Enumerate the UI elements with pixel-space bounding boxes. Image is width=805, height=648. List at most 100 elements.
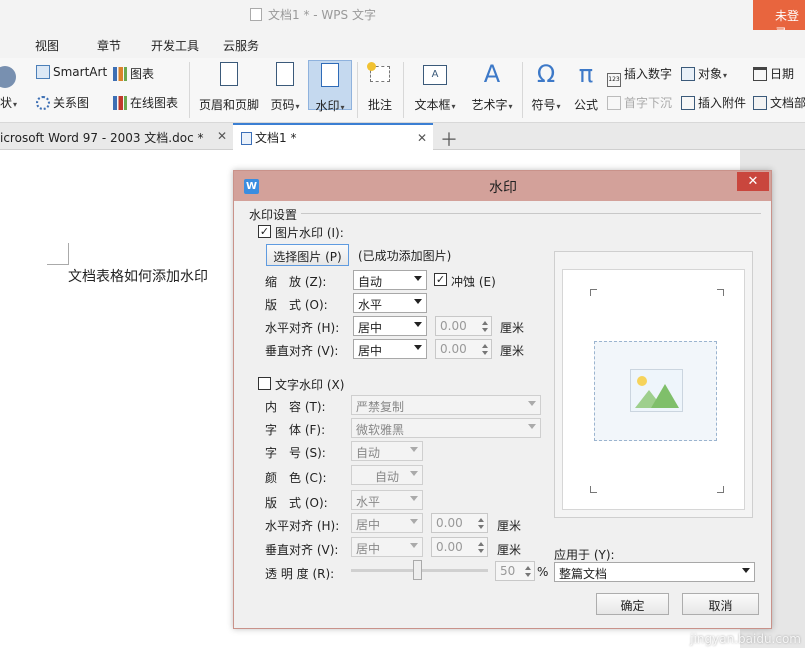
dropcap-button[interactable]: 首字下沉 [607, 94, 672, 111]
separator [357, 62, 358, 118]
size-select[interactable]: 自动 [351, 441, 423, 461]
chevron-down-icon [410, 519, 418, 524]
textbox-icon: A [422, 62, 448, 90]
text-h-align-label: 水平对齐 (H): [265, 519, 340, 533]
document-text[interactable]: 文档表格如何添加水印 [68, 266, 208, 286]
header-footer-button[interactable]: 页眉和页脚 [198, 62, 260, 113]
transparency-slider-handle[interactable] [413, 560, 422, 580]
menu-view[interactable]: 视图 [35, 37, 59, 54]
object-icon [681, 67, 695, 81]
shape-button[interactable] [0, 66, 19, 88]
dialog-title: 水印 [489, 180, 517, 196]
content-label: 内 容 (T): [265, 400, 326, 414]
margin-corner [590, 289, 597, 296]
ribbon: 形状▾ SmartArt 图表 关系图 在线图表 页眉和页脚 页码▾ 水印▾ 批… [0, 58, 805, 123]
chart-button[interactable]: 图表 [113, 65, 154, 82]
text-v-align-label: 垂直对齐 (V): [265, 543, 339, 557]
shape-label[interactable]: 形状▾ [0, 94, 17, 111]
transparency-label: 透 明 度 (R): [265, 567, 335, 581]
apply-to-select[interactable]: 整篇文档 [554, 562, 755, 582]
annotate-button[interactable]: 批注 [364, 62, 396, 113]
content-select[interactable]: 严禁复制 [351, 395, 541, 415]
relation-button[interactable]: 关系图 [36, 94, 89, 111]
layout-select[interactable]: 水平 [353, 293, 427, 313]
text-layout-label: 版 式 (O): [265, 496, 328, 510]
watermark-icon [317, 63, 343, 91]
ok-button[interactable]: 确定 [596, 593, 669, 615]
picture-watermark-checkbox[interactable]: ✓ [258, 225, 271, 238]
add-tab-button[interactable]: ＋ [440, 126, 458, 152]
chevron-down-icon [414, 345, 422, 350]
number-icon: 123 [607, 73, 621, 87]
smartart-icon [36, 65, 50, 79]
smartart-button[interactable]: SmartArt [36, 65, 107, 79]
separator [403, 62, 404, 118]
insert-number-button[interactable]: 123 插入数字 [607, 65, 672, 87]
settings-group-label: 水印设置 [249, 208, 298, 222]
layout-label: 版 式 (O): [265, 298, 328, 312]
h-align-label: 水平对齐 (H): [265, 321, 340, 335]
size-label: 字 号 (S): [265, 446, 326, 460]
h-offset-stepper[interactable]: 0.00 [435, 316, 492, 336]
font-select[interactable]: 微软雅黑 [351, 418, 541, 438]
text-v-offset-stepper[interactable]: 0.00 [431, 537, 488, 557]
close-icon[interactable]: ✕ [217, 129, 227, 143]
formula-button[interactable]: π 公式 [570, 62, 602, 113]
page-number-button[interactable]: 页码▾ [266, 62, 304, 113]
picture-watermark-label: 图片水印 (I): [275, 226, 344, 240]
symbol-button[interactable]: Ω 符号▾ [528, 62, 564, 113]
tab-word-doc[interactable]: icrosoft Word 97 - 2003 文档.doc * ✕ [0, 123, 233, 150]
h-align-select[interactable]: 居中 [353, 316, 427, 336]
choose-picture-button[interactable]: 选择图片 (P) [266, 244, 349, 266]
chevron-down-icon [528, 401, 536, 406]
text-v-align-select[interactable]: 居中 [351, 537, 423, 557]
tab-label: 文档1 * [255, 131, 297, 145]
close-button[interactable]: ✕ [737, 172, 769, 191]
separator [522, 62, 523, 118]
dropcap-icon [607, 96, 621, 110]
close-icon[interactable]: ✕ [417, 131, 427, 145]
text-watermark-checkbox[interactable] [258, 377, 271, 390]
text-h-offset-stepper[interactable]: 0.00 [431, 513, 488, 533]
v-offset-stepper[interactable]: 0.00 [435, 339, 492, 359]
menu-developer[interactable]: 开发工具 [151, 37, 199, 54]
v-align-select[interactable]: 居中 [353, 339, 427, 359]
group-divider [301, 213, 761, 214]
watermark-button[interactable]: 水印▾ [308, 60, 352, 113]
chevron-down-icon [414, 276, 422, 281]
apply-to-label: 应用于 (Y): [554, 548, 615, 562]
transparency-stepper[interactable]: 50 [495, 561, 535, 581]
insert-attachment-button[interactable]: 插入附件 [681, 94, 746, 111]
unit-label: 厘米 [500, 344, 525, 358]
tab-document1[interactable]: 文档1 * ✕ [233, 123, 433, 150]
wordart-button[interactable]: A 艺术字▾ [466, 62, 518, 113]
textbox-button[interactable]: A 文本框▾ [410, 62, 460, 113]
cancel-button[interactable]: 取消 [682, 593, 759, 615]
object-button[interactable]: 对象▾ [681, 65, 727, 82]
v-align-label: 垂直对齐 (V): [265, 344, 339, 358]
tab-label: icrosoft Word 97 - 2003 文档.doc * [0, 131, 204, 145]
color-select[interactable]: 自动 [351, 465, 423, 485]
washout-checkbox[interactable]: ✓ [434, 273, 447, 286]
menu-section[interactable]: 章节 [97, 37, 121, 54]
header-footer-icon [216, 62, 242, 90]
login-button[interactable]: 未登录 [753, 0, 805, 40]
margin-corner [717, 486, 724, 493]
margin-corner [590, 486, 597, 493]
text-h-align-select[interactable]: 居中 [351, 513, 423, 533]
chevron-down-icon [410, 543, 418, 548]
annotate-icon [367, 62, 393, 90]
wordart-icon: A [483, 60, 501, 88]
scale-label: 缩 放 (Z): [265, 275, 327, 289]
online-chart-button[interactable]: 在线图表 [113, 94, 178, 111]
text-layout-select[interactable]: 水平 [351, 490, 423, 510]
unit-label: 厘米 [500, 321, 525, 335]
page-number-icon [272, 62, 298, 90]
doc-part-button[interactable]: 文档部 [753, 94, 805, 111]
menu-cloud[interactable]: 云服务 [223, 37, 259, 54]
picture-added-status: (已成功添加图片) [358, 249, 452, 263]
scale-select[interactable]: 自动 [353, 270, 427, 290]
unit-label: 厘米 [497, 543, 522, 557]
chevron-down-icon [410, 447, 418, 452]
date-button[interactable]: 日期 [753, 65, 794, 82]
